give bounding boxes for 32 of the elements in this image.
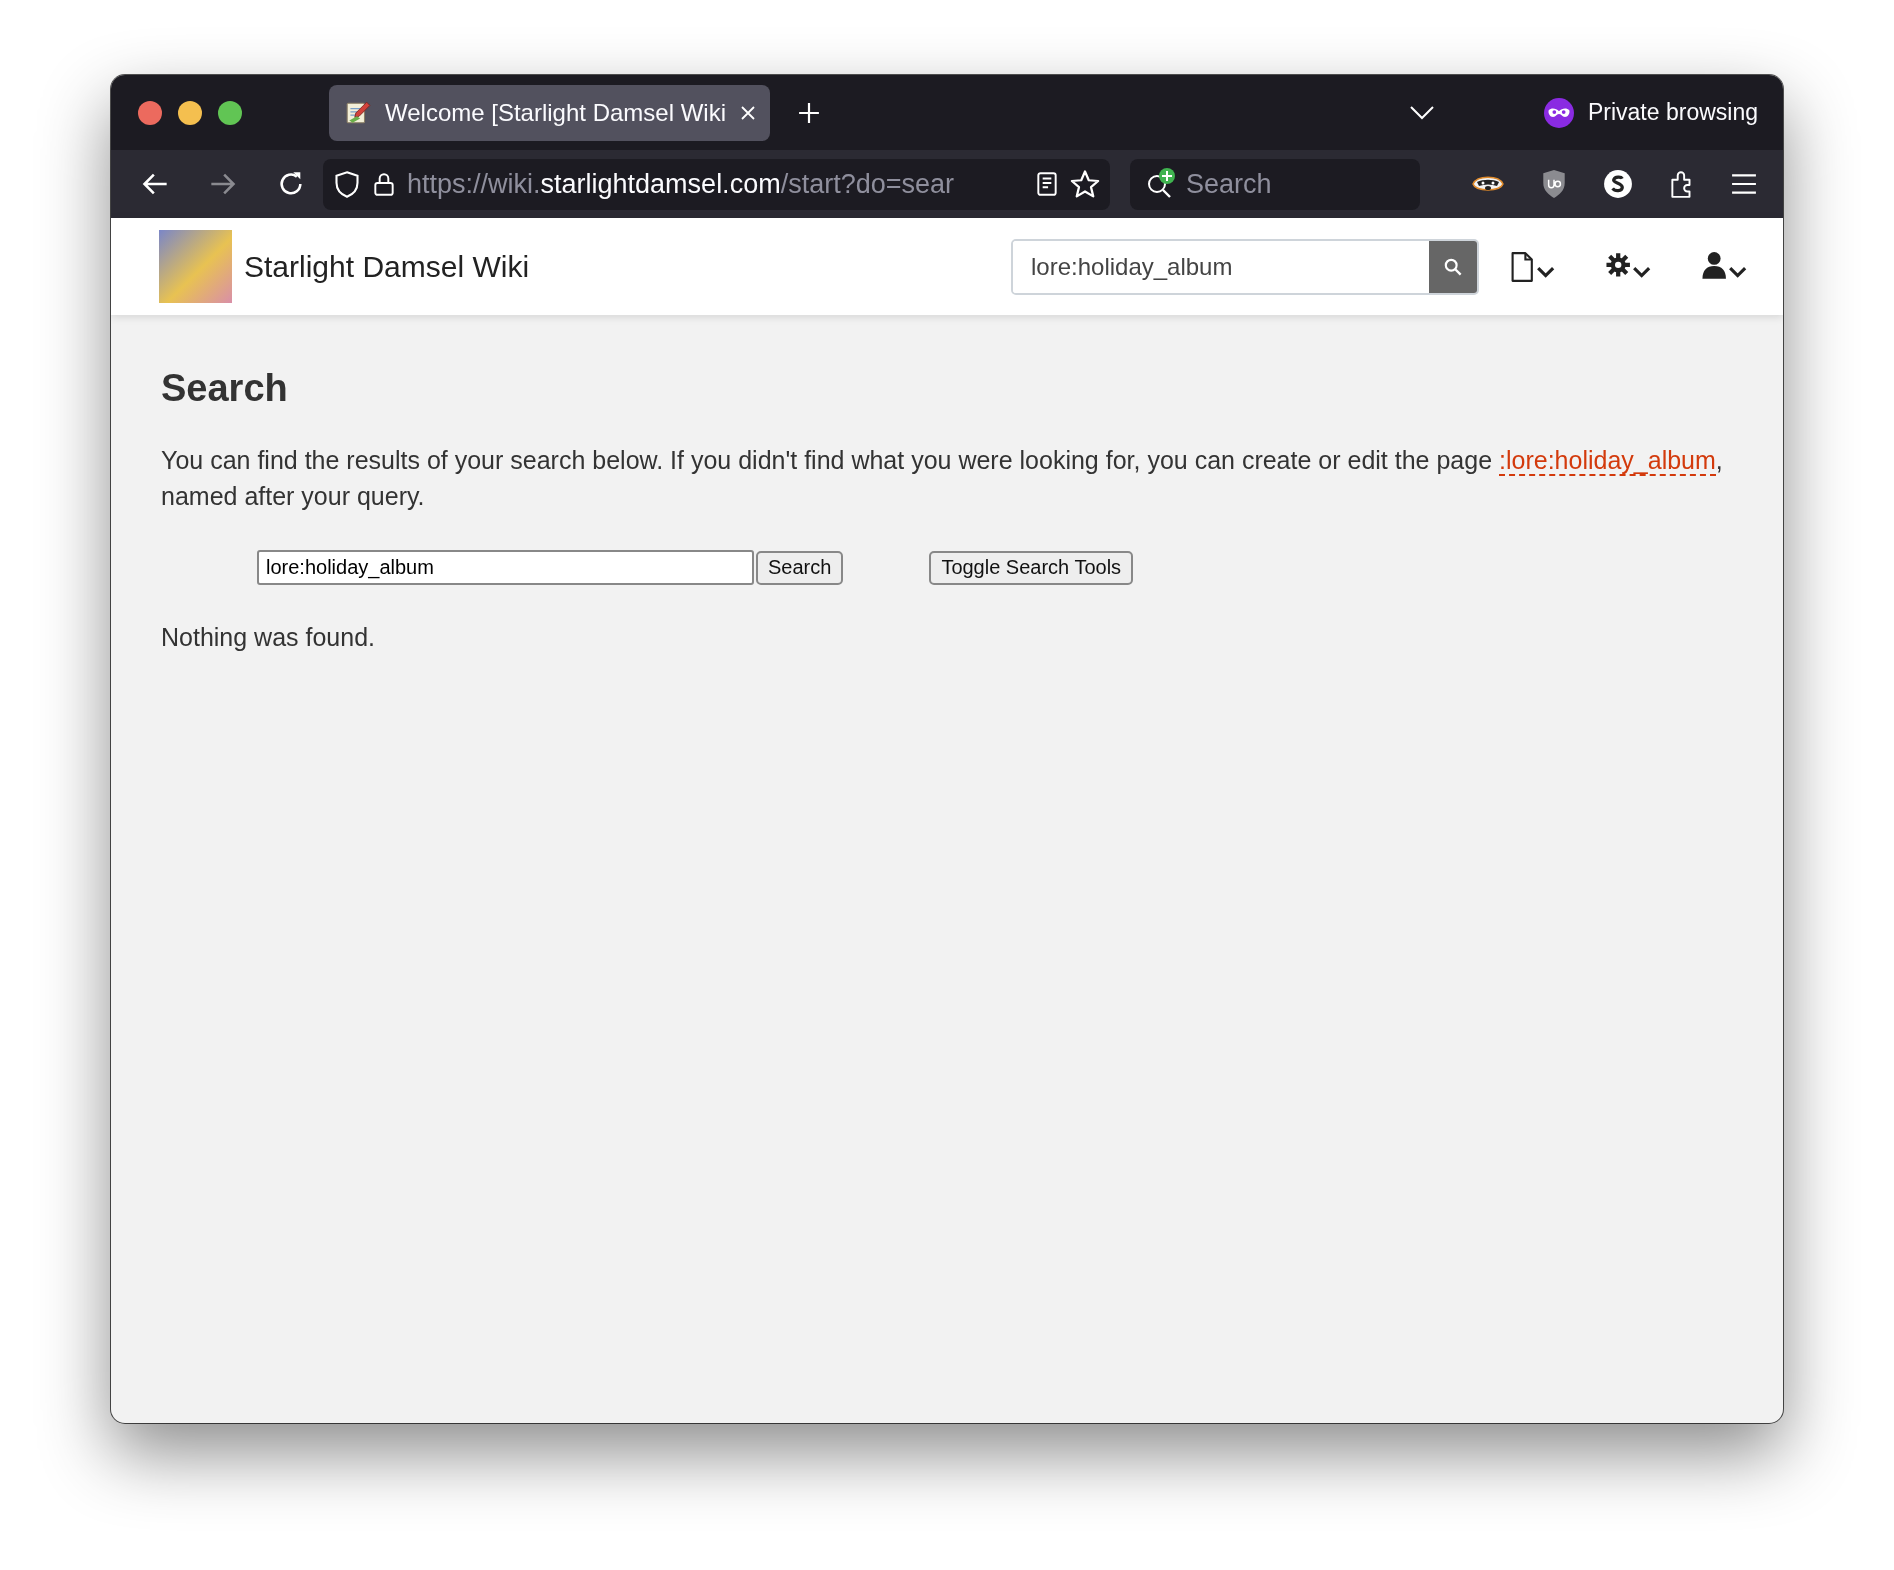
shield-badge-icon[interactable] [1541,169,1567,199]
star-icon[interactable] [1070,169,1100,199]
create-page-link[interactable]: :lore:holiday_album [1499,446,1716,476]
mask-icon [1543,97,1574,128]
search-query-field[interactable]: lore:holiday_album [257,550,754,585]
search-button[interactable] [1429,240,1477,293]
shield-icon[interactable] [333,170,361,198]
reload-icon[interactable] [277,170,305,198]
page-heading: Search [161,367,289,410]
toggle-search-tools-button[interactable]: Toggle Search Tools [929,550,1134,585]
search-icon[interactable] [1444,257,1462,276]
document-pencil-icon [345,99,371,126]
zoom-window-button[interactable] [218,100,242,125]
browser-search-field[interactable]: Search [1130,158,1420,210]
site-title[interactable]: Starlight Damsel Wiki [244,249,530,284]
close-window-button[interactable] [138,100,162,125]
site-search-field[interactable]: lore:holiday_album [1011,238,1479,295]
new-tab-icon[interactable] [798,101,820,124]
address-bar[interactable]: https://wiki.starlightdamsel.com/start?do=sear [323,158,1110,210]
reader-view-icon[interactable] [1034,170,1060,198]
intro-paragraph: You can find the results of your search below. If you didn't find what you were looking for, you can create or edit the page :lore:holiday_album, named after your query. [161,445,1724,512]
chevron-down-icon[interactable] [1409,105,1434,120]
private-browsing-label: Private browsing [1587,99,1758,126]
no-results-message: Nothing was found. [161,623,377,652]
search-button[interactable]: Search [756,550,844,585]
url-text: https://wiki.starlightdamsel.com/start?do=sear [407,168,955,200]
s-circle-icon[interactable] [1603,169,1633,199]
close-icon[interactable] [740,104,756,121]
browser-tab[interactable]: Welcome [Starlight Damsel Wiki [329,84,770,141]
menu-icon[interactable] [1731,173,1757,195]
minimize-window-button[interactable] [178,100,202,125]
padlock-icon[interactable] [371,170,397,198]
